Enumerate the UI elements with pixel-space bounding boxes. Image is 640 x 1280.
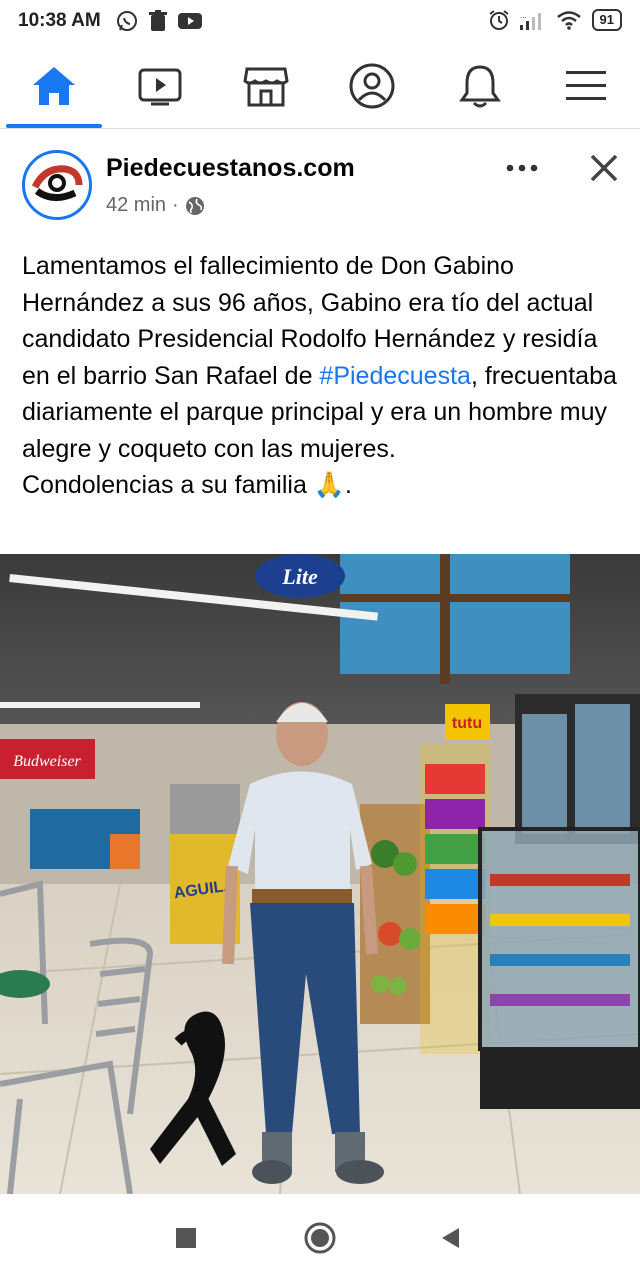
battery-indicator: 91: [591, 9, 622, 31]
menu-icon: [566, 71, 606, 100]
page-logo-icon: [29, 157, 85, 213]
bell-icon: [459, 65, 501, 108]
recents-button[interactable]: [166, 1218, 206, 1258]
meta-separator: ·: [172, 194, 179, 216]
close-icon: [590, 154, 618, 182]
home-button[interactable]: [300, 1218, 340, 1258]
hashtag-link[interactable]: #Piedecuesta: [319, 362, 471, 390]
svg-text:...: ...: [520, 11, 527, 20]
post-time[interactable]: 42 min: [106, 194, 166, 217]
nav-active-indicator: [6, 124, 102, 128]
trash-icon: [149, 10, 167, 31]
snack-sign: tutu: [452, 715, 482, 732]
nav-notifications[interactable]: [450, 60, 510, 112]
status-bar: 10:38 AM ... 91: [0, 0, 640, 44]
nav-menu[interactable]: [556, 60, 616, 112]
signal-icon: ...: [519, 11, 541, 30]
post-photo[interactable]: Lite Budweiser AGUILA tutu: [0, 554, 640, 1194]
page-name[interactable]: Piedecuestanos.com: [106, 154, 355, 183]
video-icon: [138, 68, 182, 106]
nav-home[interactable]: [24, 60, 84, 112]
youtube-icon: [178, 13, 202, 29]
system-navigation-bar: [0, 1196, 640, 1280]
home-icon: [33, 67, 75, 105]
more-icon: [506, 164, 538, 172]
nav-watch[interactable]: [130, 60, 190, 112]
post-header: Piedecuestanos.com 42 min ·: [0, 140, 640, 230]
back-button[interactable]: [430, 1218, 470, 1258]
top-navigation: [0, 48, 640, 129]
back-triangle-icon: [442, 1228, 459, 1248]
circle-icon: [304, 1222, 336, 1254]
photo-illustration: Lite Budweiser AGUILA tutu: [0, 554, 640, 1194]
whatsapp-icon: [117, 11, 137, 31]
post-text: Lamentamos el fallecimiento de Don Gabin…: [22, 248, 622, 504]
notification-icons: [116, 10, 202, 32]
globe-icon: [185, 196, 204, 215]
alarm-icon: [488, 10, 509, 30]
system-status-icons: ... 91: [488, 9, 622, 31]
square-icon: [176, 1228, 196, 1248]
wifi-icon: [556, 11, 581, 30]
budweiser-sign: Budweiser: [13, 753, 81, 770]
post-text-condolences: Condolencias a su familia 🙏.: [22, 471, 352, 499]
page-avatar[interactable]: [22, 150, 92, 220]
marketplace-icon: [243, 67, 289, 107]
hide-post-button[interactable]: [582, 148, 626, 188]
nav-profile[interactable]: [342, 60, 402, 112]
lite-sign: Lite: [281, 564, 318, 589]
post-meta: 42 min ·: [106, 194, 205, 217]
more-options-button[interactable]: [500, 150, 544, 186]
profile-icon: [349, 63, 395, 109]
status-time: 10:38 AM: [18, 10, 101, 31]
nav-marketplace[interactable]: [236, 60, 296, 112]
